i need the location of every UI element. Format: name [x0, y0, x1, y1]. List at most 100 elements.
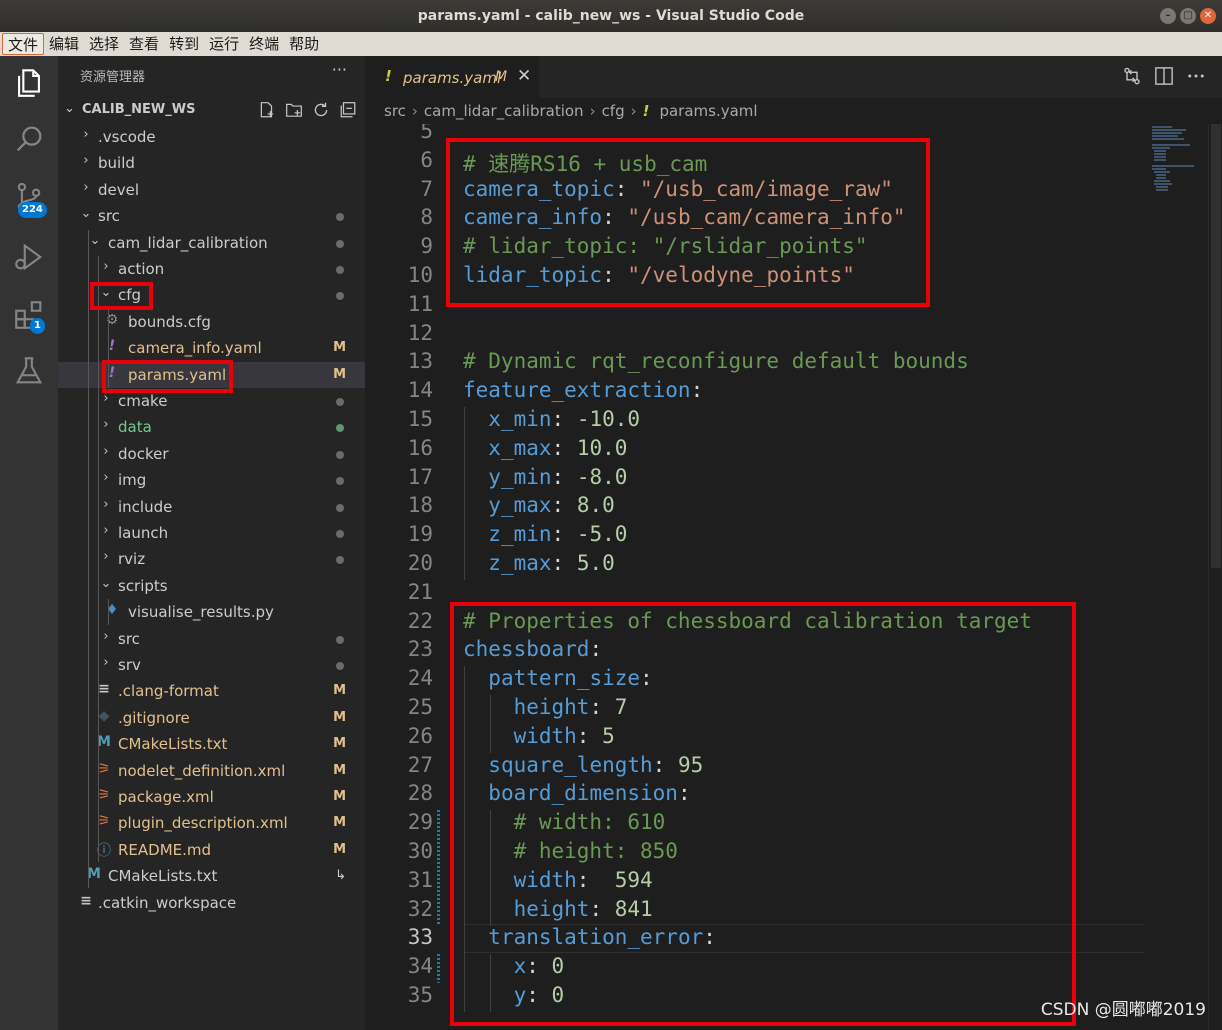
breadcrumb-item[interactable]: params.yaml — [659, 102, 757, 120]
tree-item-cmakelists-symlink[interactable]: M CMakeLists.txt ↳ — [58, 863, 365, 889]
menu-edit[interactable]: 编辑 — [44, 33, 84, 55]
tree-item-launch[interactable]: › launch — [58, 520, 365, 546]
scrollbar-thumb[interactable] — [1211, 124, 1221, 568]
activity-bar: 224 1 — [0, 56, 58, 1030]
code-token: y_max — [488, 493, 552, 518]
tree-item-docker[interactable]: › docker — [58, 441, 365, 467]
tree-item-cam-lidar-calibration[interactable]: ⌄ cam_lidar_calibration — [58, 230, 365, 256]
more-actions-icon[interactable] — [1186, 66, 1206, 86]
minimap-line — [1154, 171, 1170, 173]
code-token: : — [690, 378, 704, 403]
breadcrumb-item[interactable]: cam_lidar_calibration — [424, 102, 584, 120]
minimap-line — [1152, 138, 1184, 140]
minimap-line — [1154, 159, 1166, 161]
menu-file[interactable]: 文件 — [2, 33, 45, 55]
menu-selection[interactable]: 选择 — [84, 33, 124, 55]
code-editor[interactable]: 5 6 7 8 9 10 11 12 13 14 15 16 17 18 19 20 21 22 23 24 25 26 2… — [365, 124, 1222, 1030]
tree-item-visualise-results-py[interactable]: ♦ visualise_results.py — [58, 599, 365, 625]
search-icon[interactable] — [12, 122, 46, 156]
tree-item-label: include — [118, 498, 173, 516]
code-line[interactable]: y_max: 8.0 — [463, 493, 614, 518]
menu-go[interactable]: 转到 — [164, 33, 204, 55]
tree-item-label: srv — [118, 656, 141, 674]
tree-item-nodelet-definition-xml[interactable]: ⚞ nodelet_definition.xml M — [58, 758, 365, 784]
tree-item-cmakelists[interactable]: M CMakeLists.txt M — [58, 731, 365, 757]
tree-item-label: .clang-format — [118, 682, 219, 700]
tree-item-camera-info-yaml[interactable]: ! camera_info.yaml M — [58, 335, 365, 361]
tree-item-data[interactable]: › data — [58, 414, 365, 440]
workspace-header[interactable]: ⌄ CALIB_NEW_WS — [58, 98, 365, 122]
code-line[interactable]: z_min: -5.0 — [463, 522, 627, 546]
line-number: 14 — [407, 378, 433, 403]
line-number: 6 — [420, 147, 433, 172]
tree-item-rviz[interactable]: › rviz — [58, 546, 365, 572]
tree-item-plugin-description-xml[interactable]: ⚞ plugin_description.xml M — [58, 810, 365, 836]
code-line[interactable]: y_min: -8.0 — [463, 465, 627, 489]
tree-item-clang-format[interactable]: ≡ .clang-format M — [58, 678, 365, 704]
new-file-icon[interactable] — [258, 101, 276, 119]
tab-params-yaml[interactable]: ! params.yaml M ✕ — [365, 56, 539, 98]
line-number: 22 — [407, 608, 433, 633]
minimize-button[interactable]: – — [1160, 8, 1176, 24]
code-line[interactable]: x_min: -10.0 — [463, 407, 640, 431]
watermark: CSDN @圆嘟嘟2019 — [1040, 1000, 1206, 1020]
tree-item-bounds-cfg[interactable]: ⚙ bounds.cfg — [58, 309, 365, 335]
line-number: 30 — [407, 839, 433, 863]
maximize-button[interactable]: □ — [1180, 8, 1196, 24]
vertical-scrollbar[interactable] — [1208, 124, 1222, 1030]
tree-item-build[interactable]: › build — [58, 150, 365, 176]
code-line[interactable]: feature_extraction: — [463, 378, 703, 402]
open-changes-icon[interactable] — [1122, 66, 1142, 86]
tree-item-vscode[interactable]: › .vscode — [58, 124, 365, 150]
tree-item-devel[interactable]: › devel — [58, 177, 365, 203]
diff-modified-marker[interactable] — [437, 954, 440, 983]
run-debug-icon[interactable] — [12, 240, 46, 274]
menu-run[interactable]: 运行 — [204, 33, 244, 55]
tree-item-readme[interactable]: ⓘ README.md M — [58, 837, 365, 863]
explorer-icon[interactable] — [12, 66, 46, 100]
tree-item-action[interactable]: › action — [58, 256, 365, 282]
code-token: x_min — [488, 407, 552, 431]
close-window-button[interactable]: ✕ — [1200, 8, 1216, 24]
code-line[interactable]: # Dynamic rqt_reconfigure default bounds — [463, 349, 969, 373]
breadcrumb-item[interactable]: cfg — [602, 102, 625, 120]
close-icon[interactable]: ✕ — [517, 66, 531, 86]
split-editor-icon[interactable] — [1154, 66, 1174, 86]
menu-view[interactable]: 查看 — [124, 33, 164, 55]
highlight-box-params — [102, 360, 233, 393]
tree-item-gitignore[interactable]: ◆ .gitignore M — [58, 705, 365, 731]
refresh-icon[interactable] — [312, 101, 330, 119]
minimap[interactable] — [1146, 124, 1208, 1030]
collapse-all-icon[interactable] — [339, 101, 357, 119]
menu-bar: 文件 编辑 选择 查看 转到 运行 终端 帮助 — [0, 32, 1222, 56]
indent-guide — [88, 230, 89, 888]
minimap-line — [1154, 180, 1170, 182]
menu-help[interactable]: 帮助 — [284, 33, 324, 55]
tree-item-srv[interactable]: › srv — [58, 652, 365, 678]
tree-item-src[interactable]: ⌄ src — [58, 203, 365, 229]
tree-item-catkin-workspace[interactable]: ≡ .catkin_workspace — [58, 890, 365, 916]
tree-item-scripts[interactable]: ⌄ scripts — [58, 573, 365, 599]
breadcrumb-item[interactable]: src — [384, 102, 406, 120]
tree-item-img[interactable]: › img — [58, 467, 365, 493]
line-number: 16 — [407, 435, 433, 460]
scm-badge: 224 — [18, 202, 47, 218]
tree-item-src-inner[interactable]: › src — [58, 626, 365, 652]
line-number: 19 — [407, 522, 433, 547]
tree-item-package-xml[interactable]: ⚞ package.xml M — [58, 784, 365, 810]
python-file-icon: ♦ — [105, 602, 119, 618]
code-token: -5.0 — [576, 522, 628, 547]
tree-item-include[interactable]: › include — [58, 494, 365, 520]
editor-tab-bar: ! params.yaml M ✕ — [365, 56, 1222, 98]
menu-terminal[interactable]: 终端 — [244, 33, 284, 55]
code-line[interactable]: x_max: 10.0 — [463, 436, 627, 460]
tree-item-label: action — [118, 260, 165, 278]
more-actions-icon[interactable]: ··· — [332, 60, 347, 79]
chevron-right-icon: › — [103, 523, 109, 538]
diff-modified-marker[interactable] — [437, 810, 440, 926]
new-folder-icon[interactable] — [285, 101, 303, 119]
minimap-line — [1156, 186, 1168, 188]
code-line[interactable]: z_max: 5.0 — [463, 551, 614, 575]
testing-flask-icon[interactable] — [12, 354, 46, 388]
highlight-box-chessboard — [450, 602, 1076, 1026]
